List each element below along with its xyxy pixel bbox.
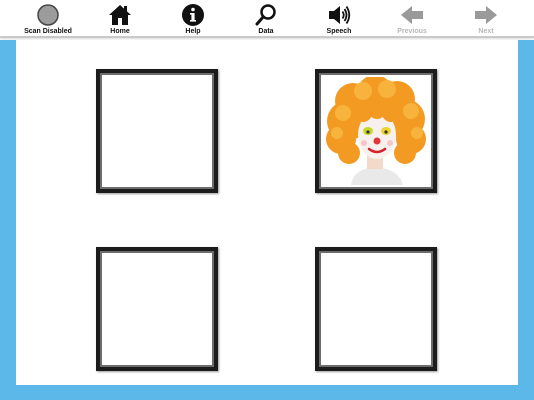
choice-tile-4[interactable] [315,247,437,371]
info-icon [180,2,206,28]
choice-tile-3[interactable] [96,247,218,371]
scan-disabled-label: Scan Disabled [24,28,72,35]
home-label: Home [110,28,130,35]
search-icon [253,2,279,28]
tile-empty-area [104,77,210,185]
home-button[interactable]: Home [85,0,155,38]
data-button[interactable]: Data [231,0,301,38]
tile-empty-area [104,255,210,363]
choice-tile-1[interactable] [96,69,218,193]
speech-label: Speech [326,28,352,35]
choice-panel [16,40,518,385]
choice-tile-2[interactable] [315,69,437,193]
previous-label: Previous [397,28,427,35]
previous-button[interactable]: Previous [377,0,447,38]
speech-button[interactable]: Speech [304,0,374,38]
help-button[interactable]: Help [158,0,228,38]
next-label: Next [478,28,494,35]
help-label: Help [185,28,201,35]
tile-empty-area [323,255,429,363]
clown-wig-image [323,77,429,185]
arrow-right-icon [473,2,499,28]
home-icon [107,2,133,28]
speaker-icon [326,2,352,28]
scan-disabled-button[interactable]: Scan Disabled [13,0,83,38]
data-label: Data [258,28,274,35]
toolbar: Scan Disabled Home Help Data Speech Prev… [0,0,534,38]
circle-icon [35,2,61,28]
next-button[interactable]: Next [451,0,521,38]
arrow-left-icon [399,2,425,28]
